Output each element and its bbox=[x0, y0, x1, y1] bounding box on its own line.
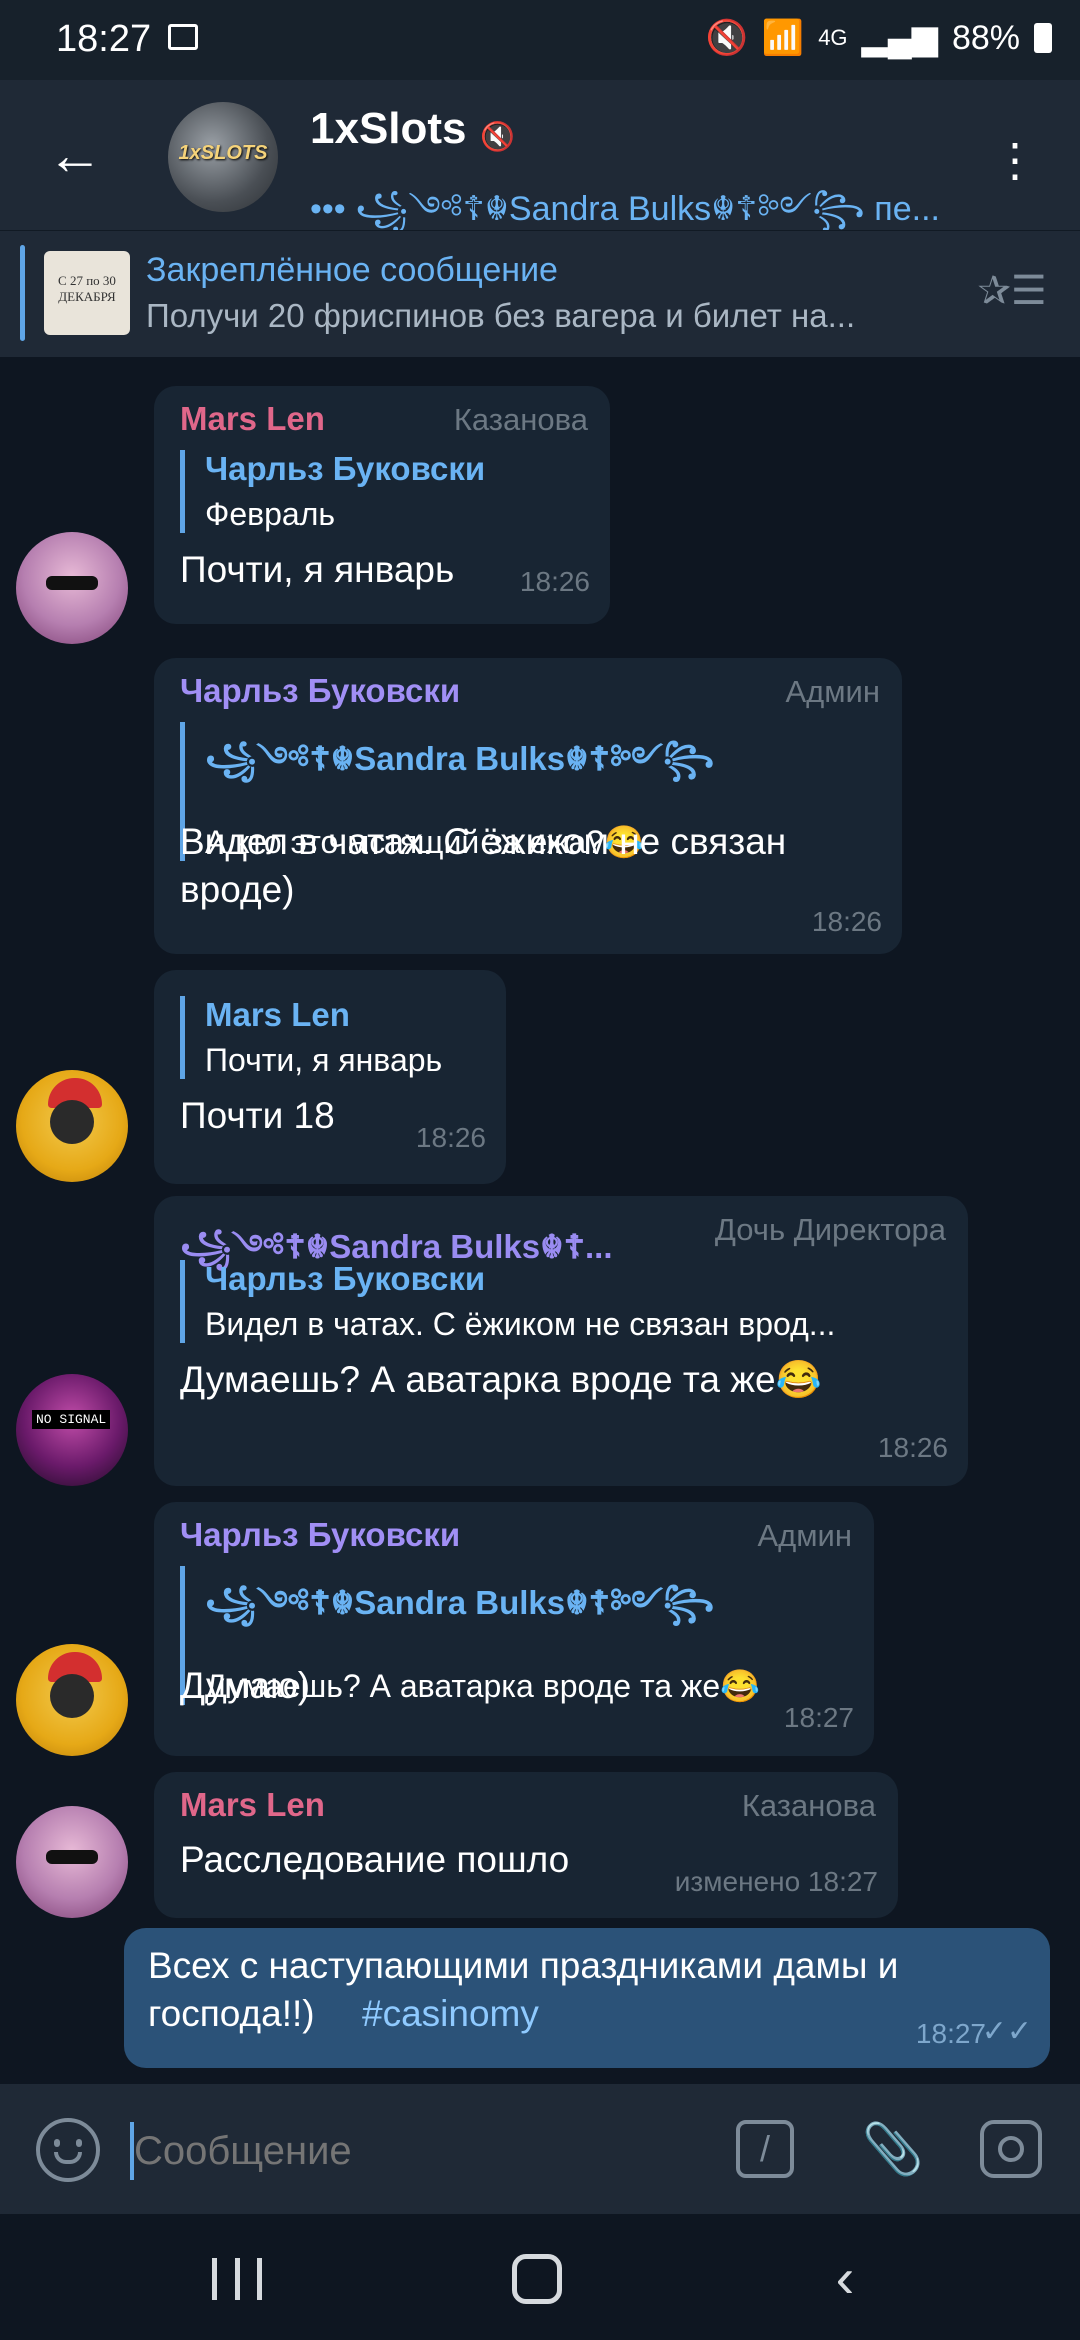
avatar-charles[interactable] bbox=[16, 1644, 128, 1756]
pinned-title: Закреплённое сообщение bbox=[146, 251, 558, 289]
message-input-bar: / 📎 bbox=[0, 2084, 1080, 2214]
message-bubble[interactable]: Mars Len Казанова Расследование пошло из… bbox=[154, 1772, 898, 1918]
message-bubble[interactable]: Чарльз Буковски Админ ꧁༺☦︎☬Sandra Bulks☬… bbox=[154, 1502, 874, 1756]
more-menu-icon[interactable]: ⋮ bbox=[990, 130, 1040, 190]
reply-quote[interactable]: Чарльз Буковски Видел в чатах. С ёжиком … bbox=[180, 1260, 931, 1343]
message-time: 18:26 bbox=[811, 906, 882, 937]
message-bubble[interactable]: Mars Len Почти, я январь Почти 18 18:26 bbox=[154, 970, 506, 1184]
hashtag-link[interactable]: #casinomy bbox=[362, 1990, 539, 2038]
chat-avatar[interactable]: 1xSLOTS bbox=[168, 102, 278, 212]
status-time: 18:27 bbox=[56, 18, 152, 60]
status-bar: 18:27 🔇 📶 4G ▂▄▆ 88% bbox=[0, 0, 1080, 80]
avatar-glasses bbox=[46, 576, 98, 590]
sender-role: Казанова bbox=[453, 402, 588, 437]
attach-paperclip-icon[interactable]: 📎 bbox=[860, 2114, 926, 2184]
signal-icon: ▂▄▆ bbox=[861, 19, 938, 57]
gallery-notification-icon bbox=[168, 24, 198, 50]
message-time: 18:26 bbox=[415, 1122, 486, 1153]
message-list[interactable]: Mars Len Казанова Чарльз Буковски Феврал… bbox=[0, 356, 1080, 2084]
message-bubble[interactable]: Чарльз Буковски Админ ꧁༺☦︎☬Sandra Bulks☬… bbox=[154, 658, 902, 954]
avatar-face bbox=[50, 1100, 94, 1144]
chat-title[interactable]: 1xSlots bbox=[310, 104, 467, 154]
network-type: 4G bbox=[818, 25, 848, 50]
sender-name[interactable]: Чарльз Буковски bbox=[180, 672, 460, 710]
message-text-line1: Всех с наступающими праздниками дамы и bbox=[148, 1945, 899, 1986]
wifi-icon: 📶 bbox=[761, 19, 805, 57]
muted-chat-icon: 🔇 bbox=[480, 121, 515, 152]
reply-name: Чарльз Буковски bbox=[205, 1260, 486, 1297]
avatar-glasses bbox=[46, 1850, 98, 1864]
pinned-indicator bbox=[20, 245, 25, 341]
reply-quote[interactable]: Mars Len Почти, я январь bbox=[180, 996, 495, 1079]
message-input[interactable] bbox=[132, 2120, 696, 2182]
message-text-line1: Видел в чатах. С ёжиком не связан bbox=[180, 821, 787, 862]
battery-icon bbox=[1034, 23, 1052, 53]
avatar-logo-text: 1xSLOTS bbox=[178, 142, 268, 164]
message-text: Думаешь? А аватарка вроде та же😂 bbox=[180, 1359, 822, 1400]
avatar-charles[interactable] bbox=[16, 1070, 128, 1182]
message-bubble[interactable]: Mars Len Казанова Чарльз Буковски Феврал… bbox=[154, 386, 610, 624]
message-bubble[interactable]: ꧁༺☦︎☬Sandra Bulks☬☦︎... Дочь Директора Ч… bbox=[154, 1196, 968, 1486]
reply-text: Почти, я январь bbox=[205, 1042, 443, 1078]
message-time: 18:26 bbox=[519, 566, 590, 597]
message-time: изменено 18:27 bbox=[674, 1866, 878, 1897]
reply-text: Февраль bbox=[205, 496, 336, 532]
home-icon[interactable] bbox=[512, 2254, 562, 2304]
battery-percent: 88% bbox=[951, 18, 1020, 57]
reply-text: Видел в чатах. С ёжиком не связан врод..… bbox=[205, 1306, 836, 1342]
reply-name: Чарльз Буковски bbox=[205, 450, 486, 487]
message-text: Почти 18 bbox=[180, 1095, 335, 1136]
chat-header: ← 1xSLOTS 1xSlots 🔇 ••• ꧁༺☦︎☬Sandra Bulk… bbox=[0, 80, 1080, 230]
bot-command-icon[interactable]: / bbox=[736, 2120, 794, 2178]
camera-icon[interactable] bbox=[980, 2120, 1042, 2178]
sender-name[interactable]: Mars Len bbox=[180, 1786, 325, 1824]
message-text-line2: вроде) bbox=[180, 869, 295, 910]
pinned-list-icon[interactable]: ✰☰ bbox=[974, 261, 1050, 321]
reply-name: ꧁༺☦︎☬Sandra Bulks☬☦︎༻꧂ bbox=[205, 1584, 715, 1621]
message-time: 18:27 bbox=[783, 1702, 854, 1733]
pinned-thumbnail: С 27 по 30 ДЕКАБРЯ bbox=[44, 251, 130, 335]
sender-role: Админ bbox=[785, 674, 880, 709]
emoji-icon[interactable] bbox=[36, 2118, 100, 2182]
reply-name: ꧁༺☦︎☬Sandra Bulks☬☦︎༻꧂ bbox=[205, 740, 715, 777]
read-checkmarks-icon: ✓✓ bbox=[981, 2015, 1032, 2048]
pinned-text: Получи 20 фриспинов без вагера и билет н… bbox=[146, 297, 856, 334]
status-icons: 🔇 📶 4G ▂▄▆ 88% bbox=[705, 18, 1052, 58]
message-text: Почти, я январь bbox=[180, 549, 455, 590]
reply-quote[interactable]: Чарльз Буковски Февраль bbox=[180, 450, 585, 533]
mute-icon: 🔇 bbox=[705, 19, 748, 57]
message-text: Думаю) bbox=[180, 1665, 311, 1706]
avatar-mars-len[interactable] bbox=[16, 1806, 128, 1918]
avatar-face bbox=[50, 1674, 94, 1718]
message-time: 18:26 bbox=[877, 1432, 948, 1463]
sender-role: Казанова bbox=[741, 1788, 876, 1823]
message-time: 18:27 bbox=[915, 2018, 986, 2049]
recent-apps-icon[interactable] bbox=[212, 2258, 262, 2300]
back-chevron-icon[interactable]: ‹ bbox=[820, 2248, 870, 2308]
sender-role: Дочь Директора bbox=[714, 1212, 946, 1247]
sender-name[interactable]: Чарльз Буковски bbox=[180, 1516, 460, 1554]
avatar-mars-len[interactable] bbox=[16, 532, 128, 644]
outgoing-message-bubble[interactable]: Всех с наступающими праздниками дамы и г… bbox=[124, 1928, 1050, 2068]
message-text: Расследование пошло bbox=[180, 1839, 570, 1880]
message-text-line2: господа!!) bbox=[148, 1993, 315, 2034]
reply-name: Mars Len bbox=[205, 996, 350, 1033]
back-arrow-icon[interactable]: ← bbox=[40, 120, 110, 190]
avatar-no-signal-label: NO SIGNAL bbox=[32, 1410, 111, 1429]
sender-role: Админ bbox=[757, 1518, 852, 1553]
pinned-message-bar[interactable]: С 27 по 30 ДЕКАБРЯ Закреплённое сообщени… bbox=[0, 230, 1080, 357]
pinned-thumbnail-text: С 27 по 30 ДЕКАБРЯ bbox=[58, 273, 116, 304]
sender-name[interactable]: Mars Len bbox=[180, 400, 325, 438]
avatar-sandra[interactable]: NO SIGNAL bbox=[16, 1374, 128, 1486]
system-navigation-bar: ‹ bbox=[0, 2214, 1080, 2340]
